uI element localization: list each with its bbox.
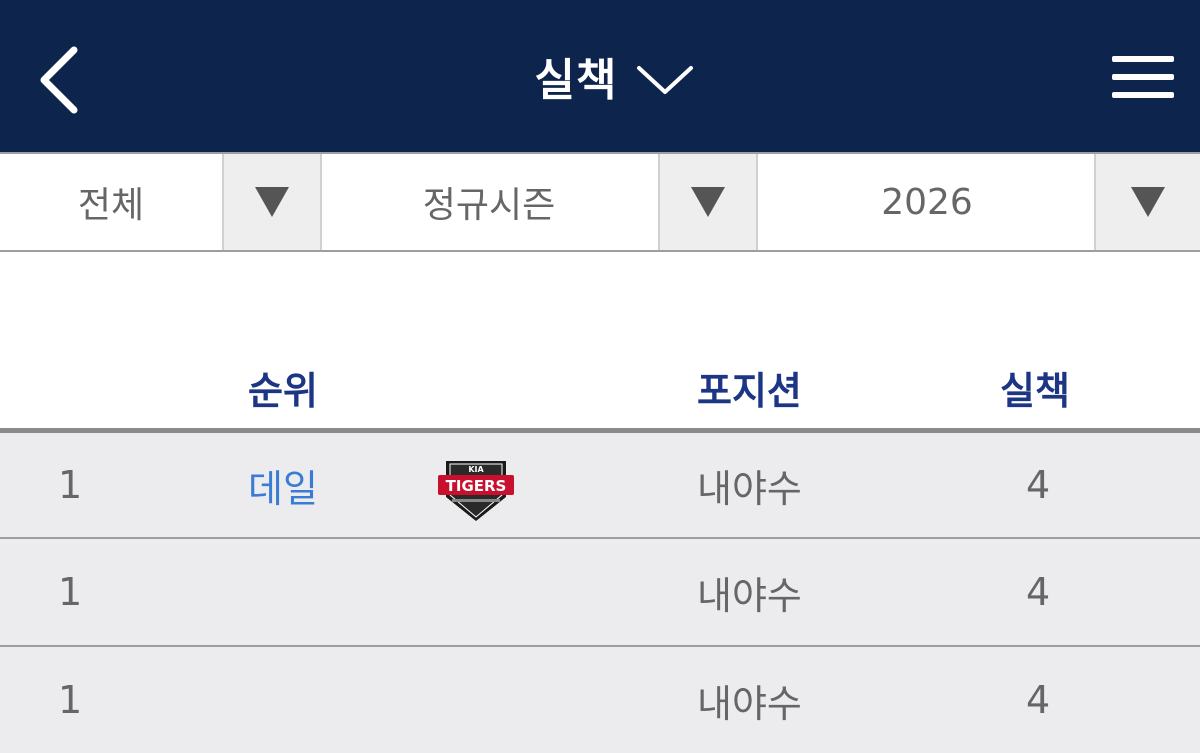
svg-text:TIGERS: TIGERS [446, 477, 507, 495]
position-cell: 내야수 [697, 681, 802, 726]
position-cell: 내야수 [697, 573, 802, 618]
column-header-rank: 순위 [248, 369, 318, 413]
page-title: 실책 [534, 55, 618, 106]
season-type-select-arrow[interactable] [658, 154, 758, 250]
triangle-down-icon [1131, 187, 1165, 217]
year-select-value: 2026 [881, 181, 973, 223]
rank-cell: 1 [58, 678, 83, 722]
hamburger-menu-icon [1112, 56, 1174, 62]
table-row[interactable]: 1 내야수 4 [0, 539, 1200, 647]
menu-button[interactable] [1108, 50, 1178, 104]
filter-bar: 전체 정규시즌 2026 [0, 152, 1200, 252]
top-app-bar: 실책 [0, 0, 1200, 152]
rank-cell: 1 [58, 570, 83, 614]
back-button[interactable] [30, 40, 90, 120]
errors-cell: 4 [1026, 463, 1051, 507]
table-row[interactable]: 1 내야수 4 [0, 647, 1200, 753]
svg-text:KIA: KIA [468, 465, 484, 474]
year-select[interactable]: 2026 [758, 154, 1200, 250]
ranking-table: 1 데일 KIA TIGERS 내야수 4 1 내야수 4 1 내야수 4 [0, 428, 1200, 753]
errors-cell: 4 [1026, 570, 1051, 614]
team-select-value: 전체 [77, 185, 145, 226]
errors-cell: 4 [1026, 678, 1051, 722]
year-select-arrow[interactable] [1094, 154, 1200, 250]
player-name-link[interactable]: 데일 [248, 433, 318, 537]
team-select-arrow[interactable] [222, 154, 322, 250]
column-header-errors[interactable]: 실책 [1000, 360, 1070, 415]
chevron-down-icon [637, 66, 694, 94]
column-header-position: 포지션 [697, 369, 802, 413]
rank-cell: 1 [58, 463, 83, 507]
team-select[interactable]: 전체 [0, 154, 322, 250]
kia-tigers-logo-icon: KIA TIGERS [438, 461, 514, 521]
triangle-down-icon [255, 187, 289, 217]
position-cell: 내야수 [697, 466, 802, 511]
title-dropdown[interactable]: 실책 [0, 0, 1200, 152]
season-type-select-value: 정규시즌 [422, 185, 556, 226]
chevron-left-icon [40, 46, 78, 114]
table-row[interactable]: 1 데일 KIA TIGERS 내야수 4 [0, 428, 1200, 539]
season-type-select[interactable]: 정규시즌 [320, 154, 758, 250]
triangle-down-icon [691, 187, 725, 217]
